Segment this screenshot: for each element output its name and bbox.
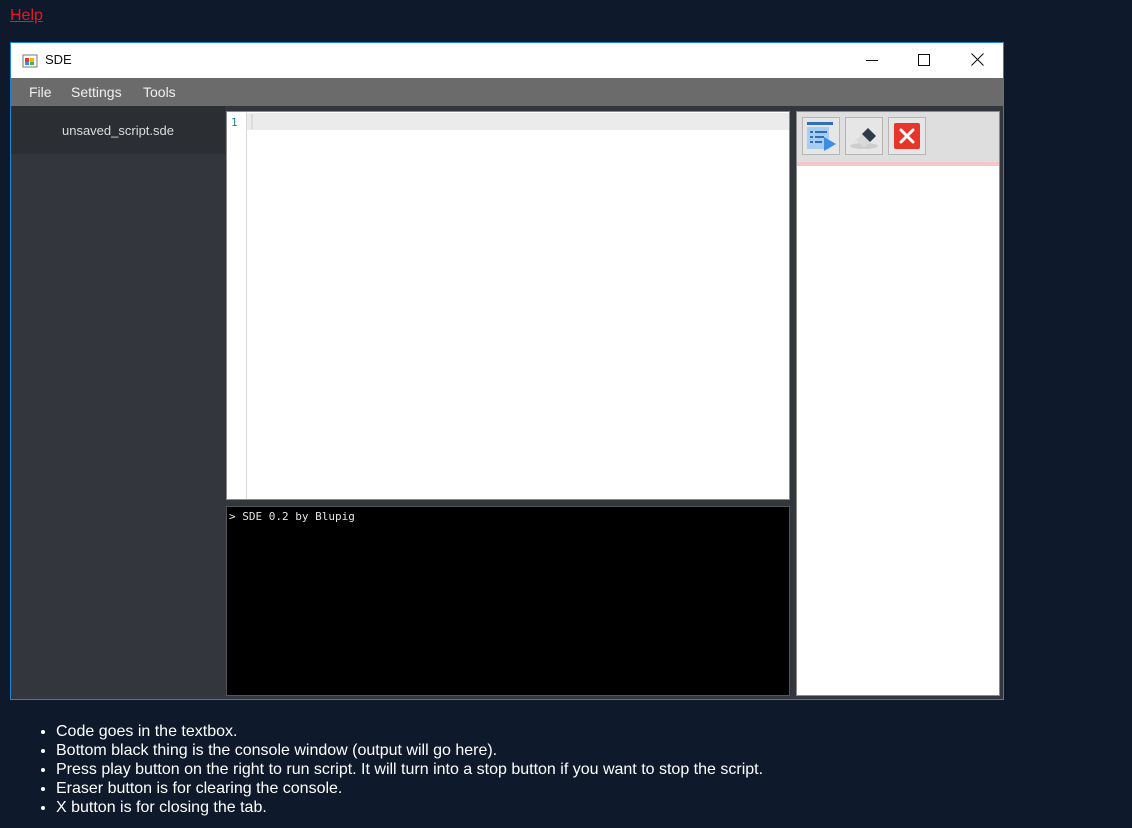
help-notes: Code goes in the textbox. Bottom black t… bbox=[0, 722, 763, 817]
list-item: X button is for closing the tab. bbox=[56, 798, 763, 817]
tab-unsaved-script[interactable]: unsaved_script.sde bbox=[11, 106, 225, 154]
line-number: 1 bbox=[231, 116, 238, 129]
close-window-button[interactable] bbox=[951, 43, 1003, 76]
list-item: Bottom black thing is the console window… bbox=[56, 741, 763, 760]
menu-file[interactable]: File bbox=[29, 84, 52, 100]
run-script-icon bbox=[807, 122, 836, 151]
clear-console-button[interactable] bbox=[845, 117, 883, 155]
menu-tools[interactable]: Tools bbox=[143, 84, 176, 100]
tab-sidebar: unsaved_script.sde bbox=[11, 106, 225, 699]
window-title: SDE bbox=[45, 52, 72, 67]
title-bar: SDE bbox=[11, 43, 1003, 78]
console-window: > SDE 0.2 by Blupig bbox=[226, 506, 790, 696]
run-script-button[interactable] bbox=[802, 117, 840, 155]
maximize-icon bbox=[918, 53, 930, 66]
help-link[interactable]: Help bbox=[10, 7, 43, 25]
app-icon bbox=[22, 54, 38, 68]
toolbar bbox=[797, 112, 999, 162]
close-icon bbox=[970, 53, 984, 66]
sde-window: SDE File Settings Tools unsaved_script.s… bbox=[10, 42, 1004, 700]
minimize-button[interactable] bbox=[846, 43, 898, 76]
eraser-icon bbox=[850, 128, 878, 149]
list-item: Eraser button is for clearing the consol… bbox=[56, 779, 763, 798]
tab-label: unsaved_script.sde bbox=[61, 122, 174, 138]
list-item: Code goes in the textbox. bbox=[56, 722, 763, 741]
menu-bar: File Settings Tools bbox=[11, 78, 1003, 106]
tool-panel bbox=[796, 111, 1000, 696]
list-item: Press play button on the right to run sc… bbox=[56, 760, 763, 779]
current-line-highlight bbox=[247, 113, 789, 130]
console-line: > SDE 0.2 by Blupig bbox=[229, 510, 355, 523]
line-number-gutter: 1 bbox=[227, 112, 247, 499]
close-tab-icon bbox=[894, 123, 920, 149]
caret bbox=[251, 114, 253, 129]
menu-settings[interactable]: Settings bbox=[71, 84, 122, 100]
maximize-button[interactable] bbox=[898, 43, 950, 76]
minimize-icon bbox=[866, 59, 878, 61]
toolbar-divider bbox=[797, 162, 999, 166]
code-editor[interactable]: 1 bbox=[226, 111, 790, 500]
close-tab-button[interactable] bbox=[888, 117, 926, 155]
